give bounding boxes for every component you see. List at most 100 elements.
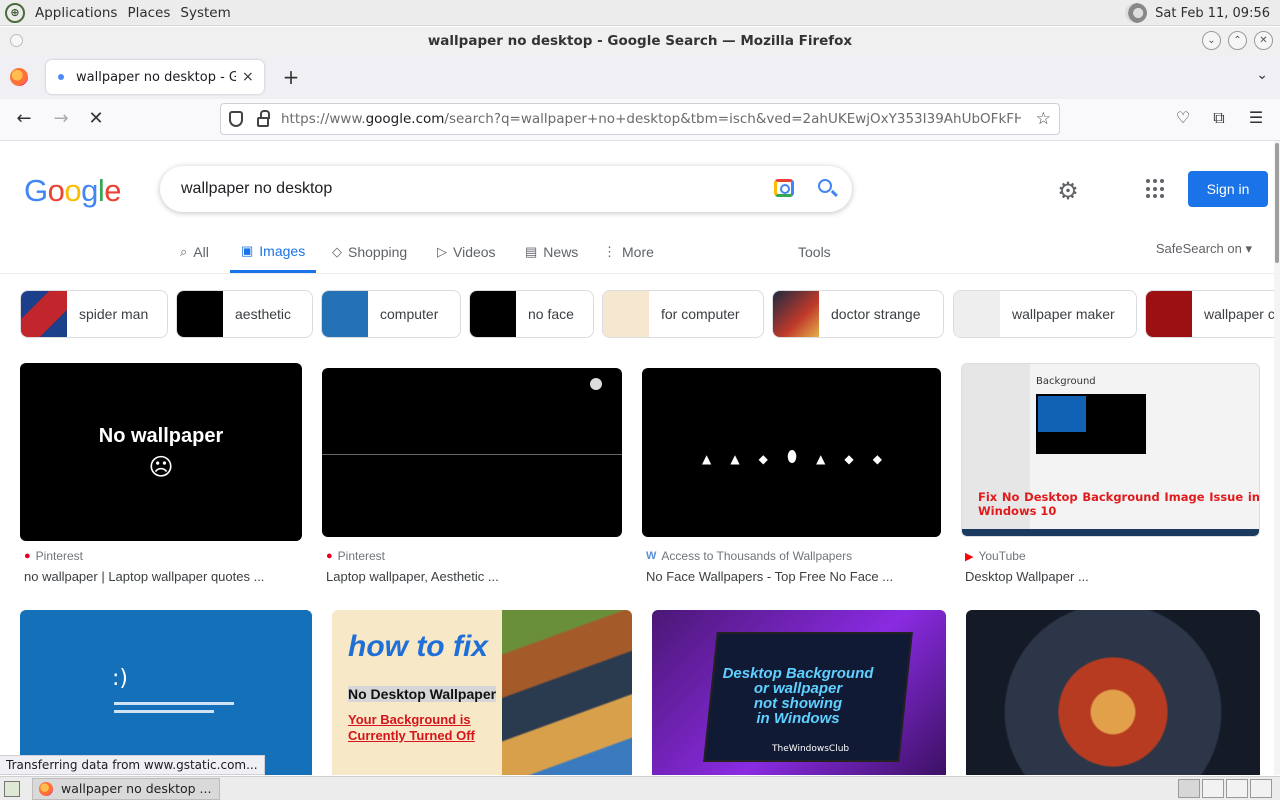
settings-gear-icon[interactable]: ⚙ <box>1056 179 1080 203</box>
chip-thumbnail <box>1146 291 1192 337</box>
chip-label: wallpaper maker <box>1012 306 1115 322</box>
result-image[interactable] <box>322 368 622 537</box>
scrollbar-thumb[interactable] <box>1275 143 1279 263</box>
tab-label: Videos <box>453 244 496 260</box>
tab-videos[interactable]: ▷ Videos <box>437 231 496 273</box>
os-logo-icon[interactable]: ⊕ <box>5 2 25 23</box>
menu-places[interactable]: Places <box>123 5 174 21</box>
back-button[interactable]: ← <box>12 108 36 129</box>
menu-system[interactable]: System <box>176 5 234 21</box>
result-image[interactable]: Background Fix No Desktop Background Ima… <box>961 363 1260 537</box>
minimize-icon[interactable]: ⌄ <box>1202 31 1221 50</box>
image-heading: Background <box>1036 376 1096 387</box>
image-caption: Fix No Desktop Background Image Issue in… <box>978 490 1260 518</box>
tab-close-icon[interactable]: × <box>242 69 254 85</box>
workspace-1[interactable] <box>1178 779 1200 798</box>
chip-computer[interactable]: computer <box>321 290 461 338</box>
result-image[interactable]: :) <box>20 610 312 775</box>
result-title[interactable]: No Face Wallpapers - Top Free No Face ..… <box>646 569 893 584</box>
source-label: Pinterest <box>35 549 84 563</box>
chip-label: doctor strange <box>831 306 921 322</box>
result-image[interactable]: Desktop Background or wallpaper not show… <box>652 610 946 775</box>
url-bar[interactable]: https://www.google.com/search?q=wallpape… <box>220 103 1060 135</box>
workspace-4[interactable] <box>1250 779 1272 798</box>
image-icon: ▣ <box>241 242 254 258</box>
pinterest-icon: ● <box>326 550 333 562</box>
result-source[interactable]: ● Pinterest <box>24 549 83 563</box>
page-content: Google wallpaper no desktop ⚙ Sign in ⌕ A… <box>0 141 1280 775</box>
chip-wallpaper-c[interactable]: wallpaper c <box>1145 290 1280 338</box>
tab-all[interactable]: ⌕ All <box>180 231 209 273</box>
chip-wallpaper-maker[interactable]: wallpaper maker <box>953 290 1137 338</box>
window-menu-icon[interactable] <box>10 34 23 47</box>
sign-in-button[interactable]: Sign in <box>1188 171 1268 207</box>
pocket-icon[interactable]: ♡ <box>1172 108 1194 127</box>
image-overlay-text: Desktop Background or wallpaper not show… <box>722 665 874 727</box>
forward-button[interactable]: → <box>49 108 73 129</box>
result-image[interactable]: how to fix No Desktop Wallpaper Your Bac… <box>332 610 632 775</box>
wallpaperaccess-icon: W <box>646 550 657 562</box>
clock[interactable]: Sat Feb 11, 09:56 <box>1155 6 1270 21</box>
taskbar-firefox-window[interactable]: wallpaper no desktop ... <box>32 777 220 800</box>
volume-icon[interactable] <box>1125 3 1148 23</box>
result-title[interactable]: no wallpaper | Laptop wallpaper quotes .… <box>24 569 264 584</box>
tab-shopping[interactable]: ◇ Shopping <box>332 231 407 273</box>
chip-spider-man[interactable]: spider man <box>20 290 168 338</box>
image-text: :) <box>112 666 128 691</box>
chip-no-face[interactable]: no face <box>469 290 594 338</box>
workspace-3[interactable] <box>1226 779 1248 798</box>
tab-label: Images <box>259 242 306 259</box>
chip-label: aesthetic <box>235 306 292 322</box>
search-icon[interactable] <box>818 179 832 193</box>
close-window-icon[interactable]: ✕ <box>1254 31 1273 50</box>
page-scrollbar[interactable] <box>1274 141 1280 775</box>
tab-news[interactable]: ▤ News <box>525 231 578 273</box>
result-source[interactable]: ● Pinterest <box>326 549 385 563</box>
list-all-tabs-icon[interactable]: ⌄ <box>1256 67 1268 83</box>
tools-button[interactable]: Tools <box>798 231 831 273</box>
chip-aesthetic[interactable]: aesthetic <box>176 290 313 338</box>
url-text[interactable]: https://www.google.com/search?q=wallpape… <box>281 111 1021 127</box>
workspace-2[interactable] <box>1202 779 1224 798</box>
preview-box <box>1036 394 1146 454</box>
result-image[interactable] <box>966 610 1260 775</box>
tracking-protection-icon[interactable] <box>229 111 243 127</box>
desktop-top-panel: ⊕ Applications Places System Sat Feb 11,… <box>0 0 1280 26</box>
result-image[interactable]: No wallpaper ☹ <box>20 363 302 541</box>
safesearch-dropdown[interactable]: SafeSearch on ▾ <box>1156 241 1252 257</box>
google-apps-icon[interactable] <box>1146 179 1166 199</box>
tab-images[interactable]: ▣ Images <box>230 231 317 273</box>
chip-for-computer[interactable]: for computer <box>602 290 764 338</box>
tab-more[interactable]: ⋮ More <box>603 231 654 273</box>
new-tab-button[interactable]: + <box>280 65 302 89</box>
bookmark-star-icon[interactable]: ☆ <box>1036 109 1051 129</box>
result-title[interactable]: Desktop Wallpaper ... <box>965 569 1089 584</box>
tab-active[interactable]: wallpaper no desktop - Goog × <box>46 60 264 94</box>
collage-thumbnails <box>502 610 632 775</box>
firefox-icon <box>39 781 53 796</box>
lock-icon[interactable] <box>257 110 270 127</box>
chip-thumbnail <box>322 291 368 337</box>
google-logo[interactable]: Google <box>24 173 122 209</box>
search-input[interactable]: wallpaper no desktop <box>181 180 332 198</box>
menu-applications[interactable]: Applications <box>31 5 121 21</box>
chip-thumbnail <box>470 291 516 337</box>
chip-label: no face <box>528 306 574 322</box>
result-source[interactable]: W Access to Thousands of Wallpapers <box>646 549 852 563</box>
result-title[interactable]: Laptop wallpaper, Aesthetic ... <box>326 569 499 584</box>
result-source[interactable]: ▶ YouTube <box>965 549 1026 563</box>
search-by-image-icon[interactable] <box>774 179 794 197</box>
status-text: Transferring data from www.gstatic.com..… <box>0 755 265 775</box>
result-image[interactable]: ▲ ▲ ◆ ⬮ ▲ ◆ ◆ <box>642 368 941 537</box>
stop-loading-button[interactable]: ✕ <box>84 108 108 129</box>
navigation-toolbar: ← → ✕ https://www.google.com/search?q=wa… <box>0 99 1280 141</box>
search-box[interactable]: wallpaper no desktop <box>160 166 852 212</box>
show-desktop-icon[interactable] <box>4 780 20 797</box>
sad-face-icon: ☹ <box>148 453 174 481</box>
chip-doctor-strange[interactable]: doctor strange <box>772 290 944 338</box>
maximize-icon[interactable]: ⌃ <box>1228 31 1247 50</box>
firefox-view-icon[interactable] <box>10 68 28 86</box>
extensions-icon[interactable]: ⧉ <box>1208 108 1230 128</box>
app-menu-icon[interactable]: ☰ <box>1245 108 1267 127</box>
youtube-icon: ▶ <box>965 550 974 563</box>
